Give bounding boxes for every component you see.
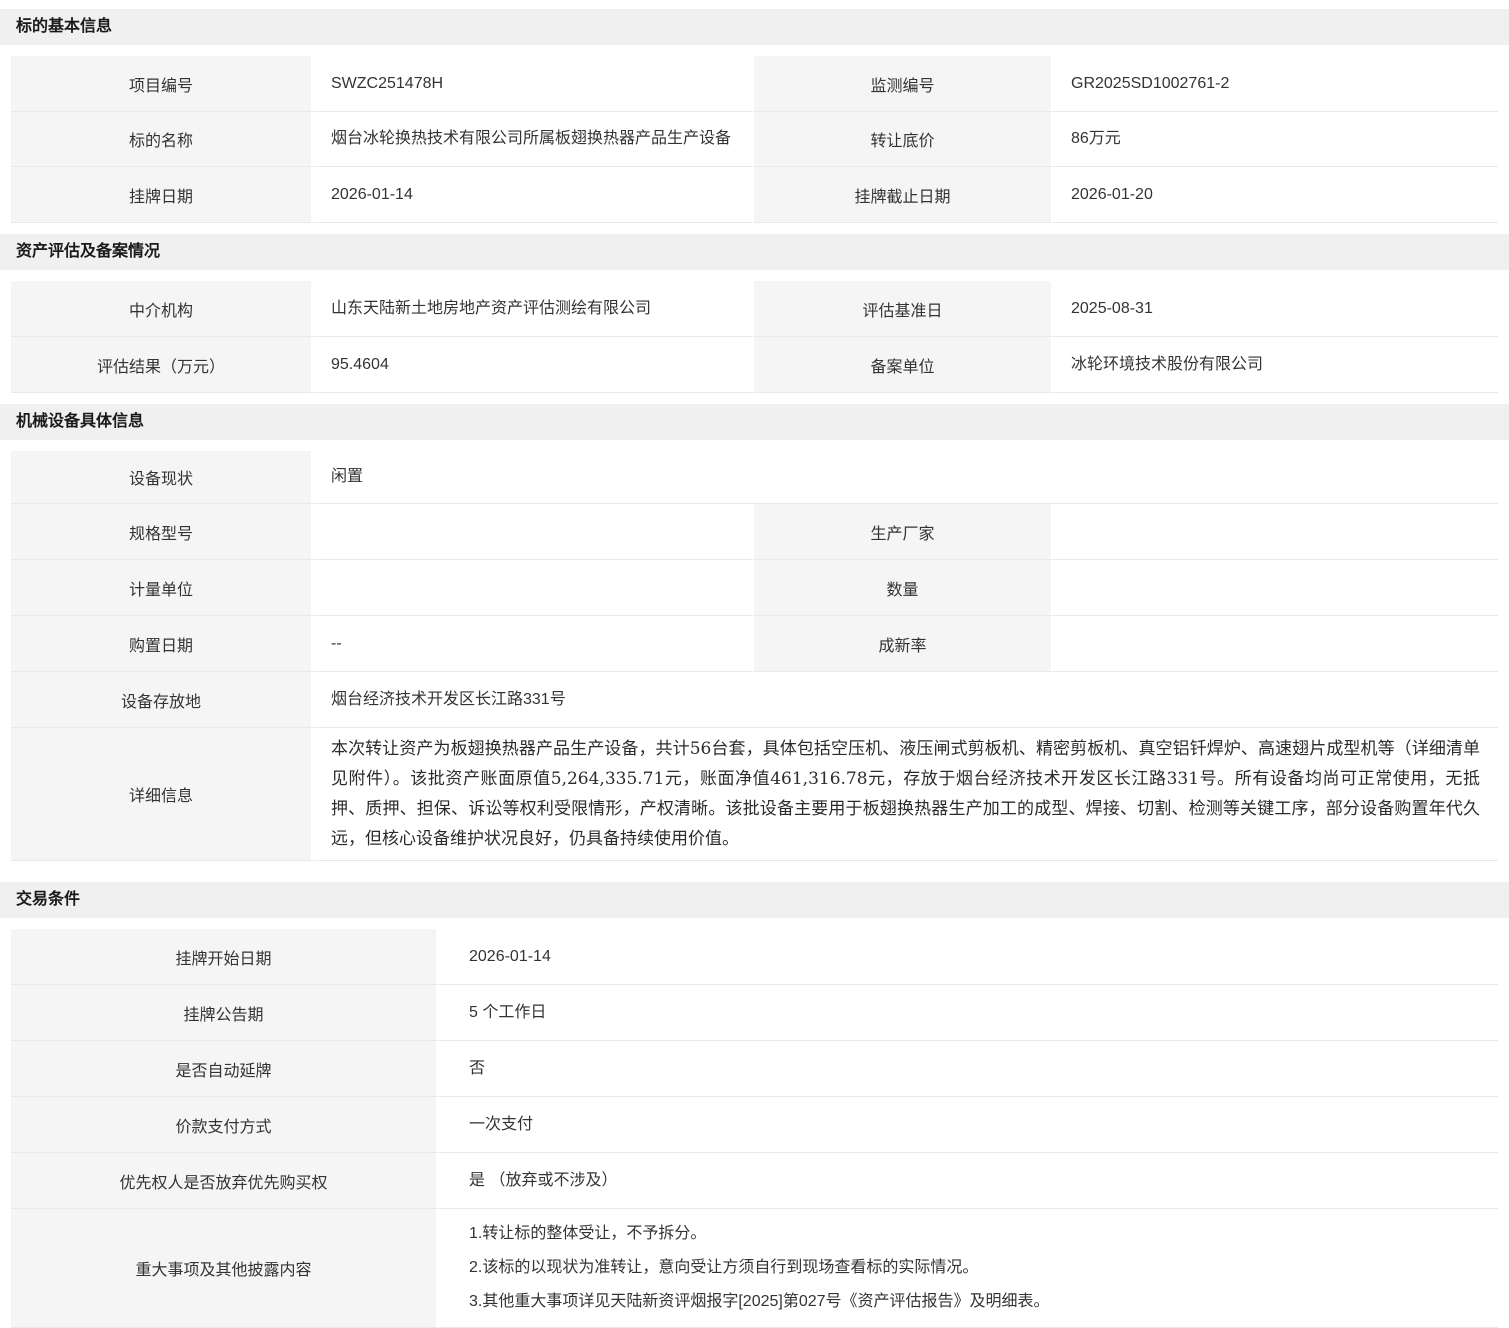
field-label: 重大事项及其他披露内容 [11,1209,438,1328]
section-title-trade-conditions: 交易条件 [0,882,1509,918]
field-label: 挂牌开始日期 [11,929,438,985]
field-value: 是 （放弃或不涉及） [438,1153,1498,1209]
field-label: 计量单位 [11,560,313,616]
field-label: 生产厂家 [754,504,1053,560]
disclosure-line: 2.该标的以现状为准转让，意向受让方须自行到现场查看标的实际情况。 [469,1251,1498,1285]
field-value: 烟台冰轮换热技术有限公司所属板翅换热器产品生产设备 [313,112,754,167]
equipment-table: 设备现状 闲置 规格型号 生产厂家 计量单位 数量 购置日期 -- 成新率 设备… [11,451,1498,861]
field-label: 标的名称 [11,112,313,167]
disclosure-line: 1.转让标的整体受让，不予拆分。 [469,1217,1498,1251]
section-title-equipment: 机械设备具体信息 [0,404,1509,440]
table-row: 设备现状 闲置 [11,451,1498,504]
field-label: 是否自动延牌 [11,1041,438,1097]
field-value: 否 [438,1041,1498,1097]
field-value: 2025-08-31 [1053,281,1498,337]
assessment-table: 中介机构 山东天陆新土地房地产资产评估测绘有限公司 评估基准日 2025-08-… [11,281,1498,393]
disclosure-content: 1.转让标的整体受让，不予拆分。 2.该标的以现状为准转让，意向受让方须自行到现… [438,1209,1498,1328]
field-label: 备案单位 [754,337,1053,393]
field-value: 山东天陆新土地房地产资产评估测绘有限公司 [313,281,754,337]
table-row: 计量单位 数量 [11,560,1498,616]
field-label: 详细信息 [11,728,313,861]
field-value: 5 个工作日 [438,985,1498,1041]
table-row: 优先权人是否放弃优先购买权 是 （放弃或不涉及） [11,1153,1498,1209]
field-value: -- [313,616,754,672]
table-row: 价款支付方式 一次支付 [11,1097,1498,1153]
field-label: 挂牌截止日期 [754,167,1053,223]
field-value [1053,504,1498,560]
section-title-basic-info: 标的基本信息 [0,9,1509,45]
field-label: 数量 [754,560,1053,616]
table-row: 挂牌开始日期 2026-01-14 [11,929,1498,985]
field-value: 烟台经济技术开发区长江路331号 [313,672,1498,728]
field-label: 设备存放地 [11,672,313,728]
table-row: 购置日期 -- 成新率 [11,616,1498,672]
table-row: 重大事项及其他披露内容 1.转让标的整体受让，不予拆分。 2.该标的以现状为准转… [11,1209,1498,1328]
field-value: 2026-01-20 [1053,167,1498,223]
field-label: 挂牌公告期 [11,985,438,1041]
table-row: 设备存放地 烟台经济技术开发区长江路331号 [11,672,1498,728]
field-value [1053,560,1498,616]
table-row: 挂牌公告期 5 个工作日 [11,985,1498,1041]
field-value [1053,616,1498,672]
field-label: 规格型号 [11,504,313,560]
trade-conditions-table: 挂牌开始日期 2026-01-14 挂牌公告期 5 个工作日 是否自动延牌 否 … [11,929,1498,1328]
field-label: 购置日期 [11,616,313,672]
disclosure-line: 3.其他重大事项详见天陆新资评烟报字[2025]第027号《资产评估报告》及明细… [469,1285,1498,1319]
field-value: 95.4604 [313,337,754,393]
field-label: 监测编号 [754,56,1053,112]
table-row: 规格型号 生产厂家 [11,504,1498,560]
field-value: 2026-01-14 [313,167,754,223]
table-row: 挂牌日期 2026-01-14 挂牌截止日期 2026-01-20 [11,167,1498,223]
table-row: 项目编号 SWZC251478H 监测编号 GR2025SD1002761-2 [11,56,1498,112]
field-label: 项目编号 [11,56,313,112]
section-title-assessment: 资产评估及备案情况 [0,234,1509,270]
field-label: 成新率 [754,616,1053,672]
field-label: 设备现状 [11,451,313,504]
table-row: 详细信息 本次转让资产为板翅换热器产品生产设备，共计56台套，具体包括空压机、液… [11,728,1498,861]
field-value [313,504,754,560]
field-label: 评估结果（万元） [11,337,313,393]
field-label: 价款支付方式 [11,1097,438,1153]
field-value: 一次支付 [438,1097,1498,1153]
field-value [313,560,754,616]
table-row: 标的名称 烟台冰轮换热技术有限公司所属板翅换热器产品生产设备 转让底价 86万元 [11,112,1498,167]
field-value: SWZC251478H [313,56,754,112]
field-label: 挂牌日期 [11,167,313,223]
field-value: 冰轮环境技术股份有限公司 [1053,337,1498,393]
field-label: 评估基准日 [754,281,1053,337]
field-value: 2026-01-14 [438,929,1498,985]
basic-info-table: 项目编号 SWZC251478H 监测编号 GR2025SD1002761-2 … [11,56,1498,223]
field-value: 86万元 [1053,112,1498,167]
field-value: GR2025SD1002761-2 [1053,56,1498,112]
field-label: 中介机构 [11,281,313,337]
field-label: 转让底价 [754,112,1053,167]
table-row: 是否自动延牌 否 [11,1041,1498,1097]
field-label: 优先权人是否放弃优先购买权 [11,1153,438,1209]
detail-text: 本次转让资产为板翅换热器产品生产设备，共计56台套，具体包括空压机、液压闸式剪板… [313,728,1498,861]
table-row: 评估结果（万元） 95.4604 备案单位 冰轮环境技术股份有限公司 [11,337,1498,393]
table-row: 中介机构 山东天陆新土地房地产资产评估测绘有限公司 评估基准日 2025-08-… [11,281,1498,337]
field-value: 闲置 [313,451,1498,504]
